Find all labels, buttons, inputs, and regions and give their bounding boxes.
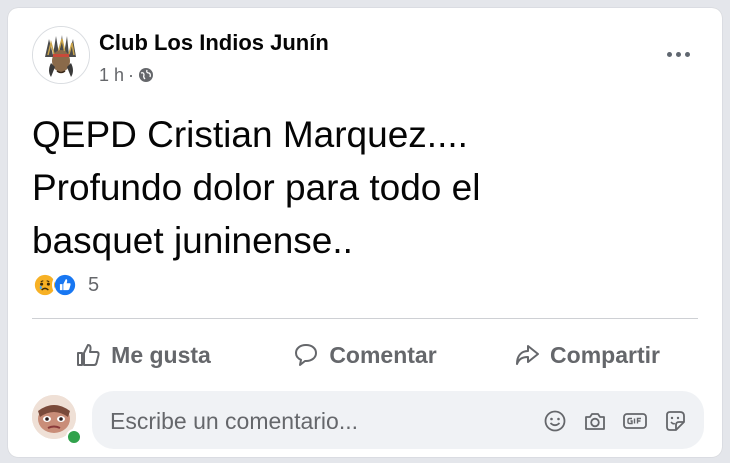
comment-placeholder[interactable]: Escribe un comentario... xyxy=(110,408,358,434)
post-card: Club Los Indios Junín 1 h · QEPD Cristia… xyxy=(8,8,722,457)
comment-input[interactable]: Escribe un comentario... xyxy=(92,391,704,449)
comment-label: Comentar xyxy=(329,341,437,368)
online-status-dot xyxy=(66,429,82,445)
camera-icon xyxy=(585,413,605,430)
sticker-icon xyxy=(666,411,685,431)
comment-composer: Escribe un comentario... xyxy=(32,391,706,451)
sticker-button[interactable] xyxy=(662,408,688,434)
comment-button[interactable]: Comentar xyxy=(254,326,476,384)
reaction-count: 5 xyxy=(88,273,100,296)
dot-icon xyxy=(666,51,672,57)
smiley-icon xyxy=(544,410,566,432)
post-header: Club Los Indios Junín 1 h · xyxy=(32,26,706,86)
comment-bubble-icon xyxy=(295,344,318,366)
post-actions: Me gusta Comentar Compartir xyxy=(32,326,698,384)
divider xyxy=(32,318,698,319)
thumbs-up-icon xyxy=(77,344,100,366)
post-time[interactable]: 1 h xyxy=(99,64,124,86)
like-reaction-icon xyxy=(52,272,78,298)
post-text: QEPD Cristian Marquez.... Profundo dolor… xyxy=(32,114,481,261)
gif-icon xyxy=(623,413,647,429)
like-button[interactable]: Me gusta xyxy=(32,326,254,384)
meta-separator: · xyxy=(128,65,135,85)
indian-chief-logo-icon xyxy=(33,27,89,83)
reactions-summary[interactable]: 5 xyxy=(32,270,99,300)
post-meta: 1 h · xyxy=(99,64,154,86)
dot-icon xyxy=(684,51,690,57)
comment-tools xyxy=(542,408,688,434)
emoji-button[interactable] xyxy=(542,408,568,434)
like-label: Me gusta xyxy=(111,341,211,368)
gif-button[interactable] xyxy=(622,408,648,434)
more-options-button[interactable] xyxy=(660,40,696,68)
share-label: Compartir xyxy=(550,341,660,368)
share-button[interactable]: Compartir xyxy=(476,326,698,384)
dot-icon xyxy=(675,51,681,57)
share-arrow-icon xyxy=(516,345,540,365)
page-avatar[interactable] xyxy=(32,26,90,84)
photo-button[interactable] xyxy=(582,408,608,434)
page-name[interactable]: Club Los Indios Junín xyxy=(99,30,329,56)
globe-icon xyxy=(139,68,154,82)
